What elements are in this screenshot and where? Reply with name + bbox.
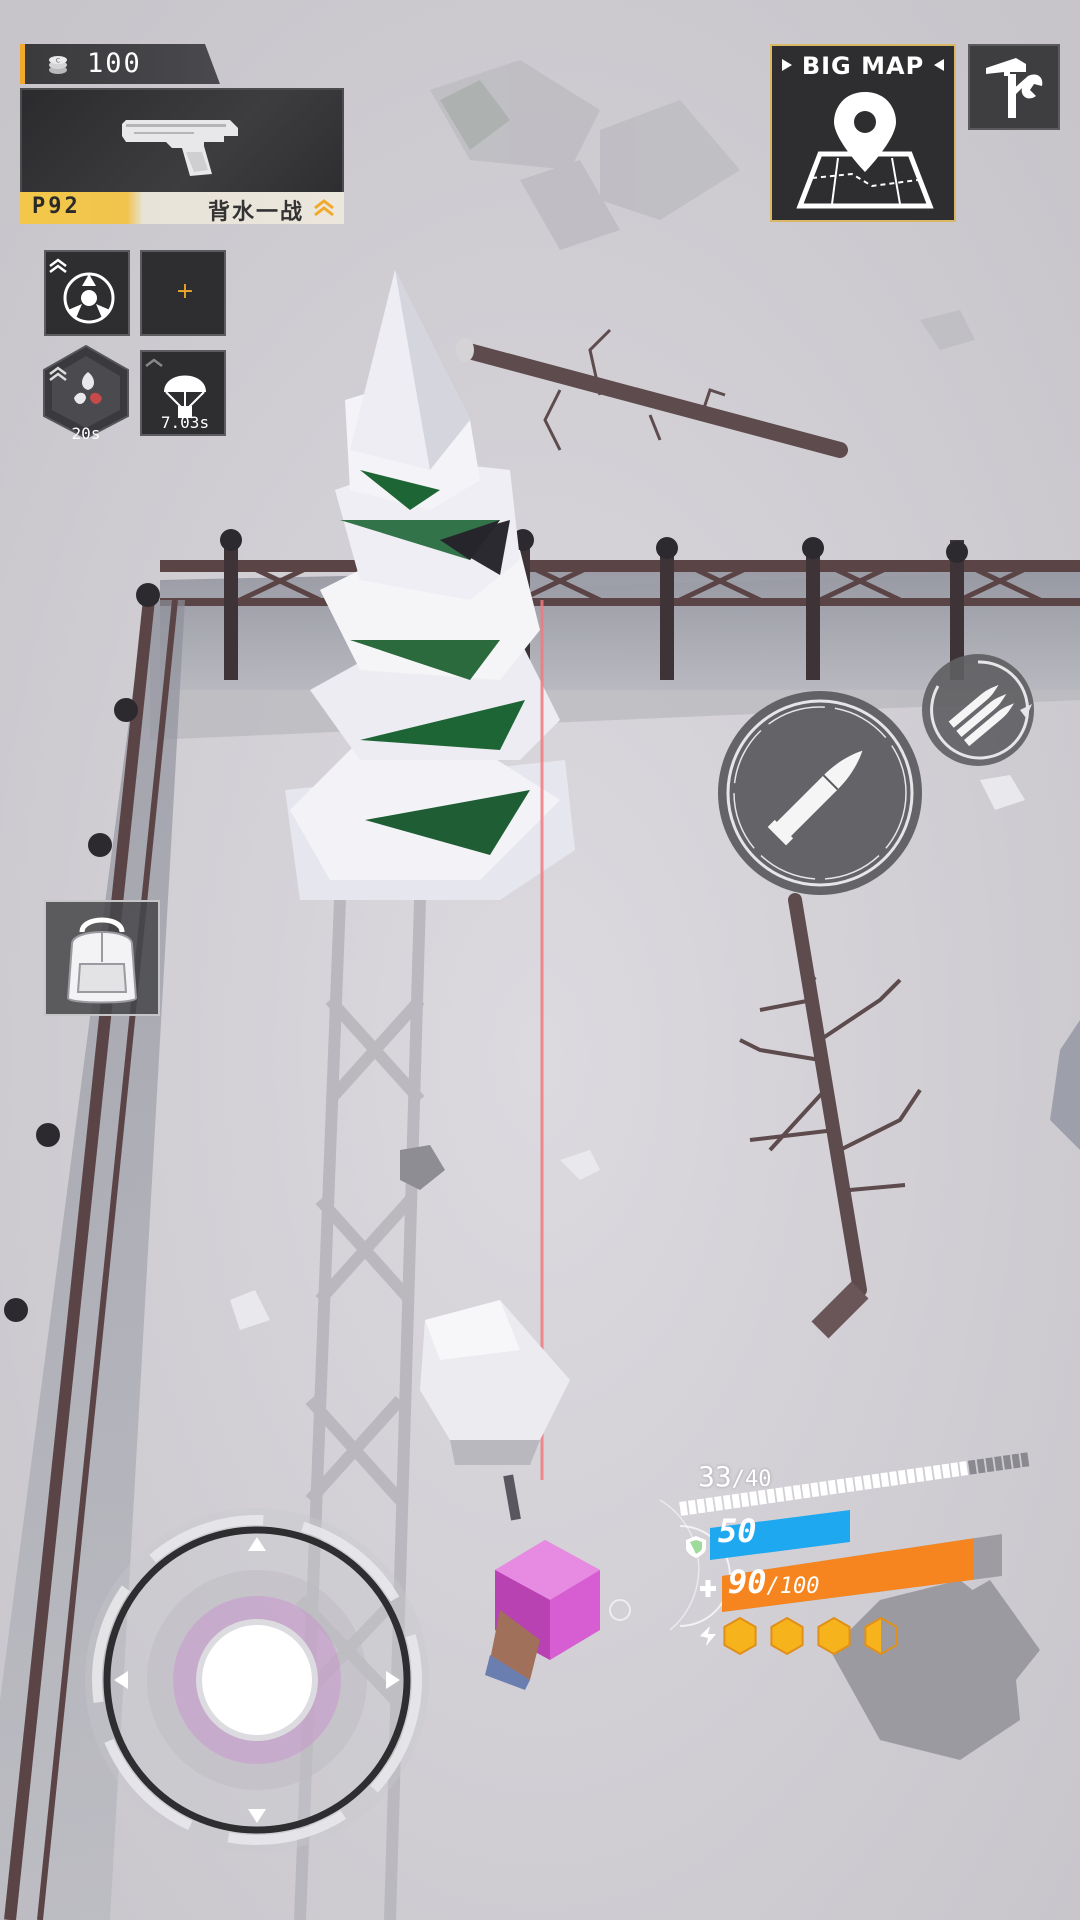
big-map-button[interactable]: BIG MAP [770, 44, 956, 222]
joystick-knob[interactable] [196, 1619, 318, 1741]
hp-current: 90 [728, 1563, 767, 1601]
ammo-segment [784, 1486, 794, 1501]
ammo-segment [722, 1494, 732, 1510]
ammo-segment [801, 1483, 811, 1499]
energy-cell [770, 1616, 804, 1656]
hp-separator: / [766, 1574, 780, 1599]
ammo-segment [740, 1492, 750, 1508]
add-slot-icon: + [175, 279, 195, 304]
weapon-name: P92 [32, 194, 81, 219]
ammo-segment [950, 1462, 960, 1478]
ammo-segment [679, 1501, 689, 1516]
coin-value: 100 [87, 48, 142, 79]
ammo-segment [967, 1459, 977, 1475]
ammo-segment [819, 1481, 829, 1496]
skill-slot-toxic[interactable]: 20s [38, 344, 134, 443]
bullet-icon [718, 691, 922, 895]
ammo-segment [871, 1473, 881, 1489]
ammo-segment [941, 1463, 951, 1479]
ammo-segment [792, 1484, 802, 1500]
ammo-segment [775, 1487, 785, 1503]
reload-button[interactable] [920, 652, 1036, 768]
fire-button[interactable] [715, 688, 925, 898]
ammo-segment [836, 1478, 846, 1494]
ammo-segment [932, 1464, 942, 1480]
ammo-segment [845, 1477, 855, 1493]
energy-cell [723, 1616, 757, 1656]
movement-joystick[interactable] [82, 1505, 432, 1855]
hammer-wrench-icon [986, 58, 1043, 118]
skill-slot-airdrop[interactable]: 7.03s [140, 350, 226, 436]
ammo-segment [924, 1466, 934, 1481]
ammo-segment [749, 1491, 759, 1506]
ammo-segment [810, 1482, 820, 1498]
triple-bullets-reload-icon [922, 654, 1034, 766]
ammo-segment [687, 1499, 697, 1515]
ammo-separator: / [731, 1467, 745, 1492]
ammo-segment [994, 1456, 1004, 1471]
energy-cell [864, 1616, 898, 1656]
health-plus-icon [700, 1580, 716, 1597]
backpack-icon [66, 917, 138, 1004]
shield-icon [686, 1536, 706, 1558]
radiation-drone-icon [49, 258, 115, 324]
ammo-segment [1020, 1452, 1030, 1468]
ammo-segment [827, 1479, 837, 1495]
arrow-right-icon [782, 59, 792, 71]
energy-cell [817, 1616, 851, 1656]
ammo-segment [959, 1461, 969, 1476]
hp-counter: 90/100 [728, 1563, 820, 1601]
ammo-counter: 33/40 [698, 1460, 771, 1493]
skill-cooldown-toxic: 20s [71, 424, 101, 443]
ammo-current: 33 [698, 1460, 732, 1493]
coin-stack-icon: C [49, 56, 67, 74]
ammo-max: 40 [744, 1467, 772, 1492]
energy-bolt-icon [700, 1626, 716, 1646]
map-pin-icon [796, 92, 934, 209]
ammo-segment [714, 1496, 724, 1511]
ammo-segment [985, 1457, 995, 1473]
weapon-footer: P92 背水一战 [20, 192, 344, 225]
ammo-segment [976, 1458, 986, 1474]
ammo-segment [1002, 1454, 1012, 1470]
weapon-card[interactable]: P92 背水一战 [20, 88, 344, 225]
tools-button[interactable] [968, 44, 1060, 130]
arrow-left-icon [934, 59, 944, 71]
shield-value: 50 [718, 1512, 757, 1550]
skill-cooldown-airdrop: 7.03s [160, 413, 210, 432]
ammo-segment [1011, 1453, 1021, 1469]
hp-max: 100 [779, 1574, 820, 1599]
energy-cells [723, 1616, 898, 1656]
big-map-label: BIG MAP [801, 52, 925, 80]
ammo-segment [906, 1468, 916, 1484]
ammo-segment [731, 1493, 741, 1509]
coin-counter: C 100 [20, 44, 220, 84]
ammo-segment [705, 1497, 715, 1513]
backpack-button[interactable] [44, 900, 160, 1016]
weapon-skill-label: 背水一战 [207, 200, 304, 225]
svg-text:C: C [56, 58, 60, 65]
ammo-segment [854, 1476, 864, 1491]
rank-chevron-icon [314, 199, 334, 217]
ammo-segment [862, 1474, 872, 1490]
skill-slot-add[interactable]: + [140, 250, 226, 336]
ammo-segment [889, 1471, 899, 1486]
ammo-segment [897, 1469, 907, 1485]
ammo-segment [915, 1467, 925, 1483]
player-status-panel [609, 1452, 1030, 1656]
skill-slot-radiation[interactable] [44, 250, 130, 336]
pistol-icon [122, 120, 238, 176]
ammo-segment [880, 1472, 890, 1488]
ammo-segment [696, 1498, 706, 1514]
